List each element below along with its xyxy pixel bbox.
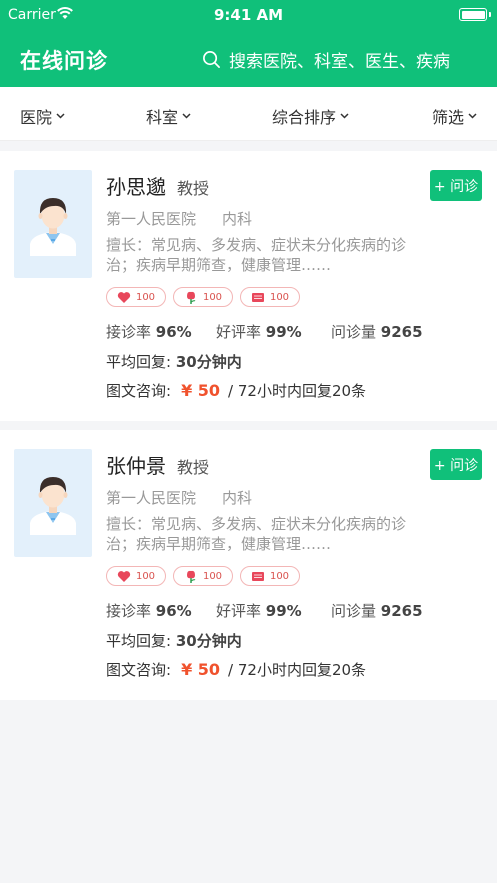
tag-count: 100 — [269, 291, 290, 303]
doctor-specialty: 擅长：常见病、多发病、症状未分化疾病的诊治；疾病早期筛查，健康管理…… — [106, 236, 407, 274]
battery-icon — [459, 8, 491, 21]
average-reply-label: 平均回复: — [106, 632, 172, 650]
tag-count: 100 — [202, 570, 223, 582]
consult-description: / 72小时内回复20条 — [228, 382, 367, 400]
accept-rate-value: 96% — [155, 323, 192, 341]
accept-rate-label: 接诊率 — [106, 602, 152, 620]
accept-rate: 接诊率 96% — [106, 600, 192, 621]
visit-count-value: 9265 — [380, 602, 423, 620]
tag-list: 100 100 100 — [106, 287, 300, 307]
doctor-title: 教授 — [177, 458, 210, 477]
doctor-avatar-icon — [30, 198, 76, 256]
visit-count-label: 问诊量 — [331, 602, 377, 620]
book-icon — [251, 292, 264, 302]
accept-rate-value: 96% — [155, 602, 192, 620]
tag-count: 100 — [269, 570, 290, 582]
department-name: 内科 — [222, 489, 253, 507]
filter-bar: 医院 科室 综合排序 筛选 — [0, 87, 497, 141]
chevron-down-icon — [340, 113, 349, 119]
filter-screen[interactable]: 筛选 — [432, 104, 477, 128]
filter-hospital-label: 医院 — [20, 108, 53, 127]
avatar — [14, 449, 92, 557]
doctor-card[interactable]: 孙思邈 教授 + 问诊 第一人民医院 内科 擅长：常见病、多发病、症状未分化疾病… — [0, 151, 497, 421]
praise-rate-value: 99% — [265, 602, 302, 620]
average-reply-value: 30分钟内 — [175, 353, 242, 371]
tag-heart: 100 — [106, 566, 166, 586]
tag-count: 100 — [135, 570, 156, 582]
search-placeholder: 搜索医院、科室、医生、疾病 — [229, 51, 450, 72]
heart-icon — [117, 291, 131, 303]
consult-description: / 72小时内回复20条 — [228, 661, 367, 679]
flower-icon — [186, 291, 196, 304]
tag-flower: 100 — [173, 566, 233, 586]
search-field[interactable]: 搜索医院、科室、医生、疾病 — [202, 46, 450, 72]
hospital-name: 第一人民医院 — [106, 489, 197, 507]
consult-price: ¥ 50 — [181, 660, 221, 679]
doctor-card[interactable]: 张仲景 教授 + 问诊 第一人民医院 内科 擅长：常见病、多发病、症状未分化疾病… — [0, 430, 497, 700]
search-icon — [203, 50, 220, 68]
text-consult: 图文咨询: ¥ 50 / 72小时内回复20条 — [106, 380, 366, 401]
consult-price: ¥ 50 — [181, 381, 221, 400]
praise-rate-label: 好评率 — [216, 602, 262, 620]
avatar — [14, 170, 92, 278]
filter-hospital[interactable]: 医院 — [20, 104, 65, 128]
text-consult: 图文咨询: ¥ 50 / 72小时内回复20条 — [106, 659, 366, 680]
praise-rate-value: 99% — [265, 323, 302, 341]
page-title: 在线问诊 — [20, 49, 108, 73]
heart-icon — [117, 570, 131, 582]
accept-rate: 接诊率 96% — [106, 321, 192, 342]
praise-rate-label: 好评率 — [216, 323, 262, 341]
flower-icon — [186, 570, 196, 583]
filter-department-label: 科室 — [146, 108, 179, 127]
average-reply: 平均回复: 30分钟内 — [106, 351, 242, 372]
book-icon — [251, 571, 264, 581]
chevron-down-icon — [56, 113, 65, 119]
average-reply: 平均回复: 30分钟内 — [106, 630, 242, 651]
department-name: 内科 — [222, 210, 253, 228]
average-reply-label: 平均回复: — [106, 353, 172, 371]
tag-heart: 100 — [106, 287, 166, 307]
filter-sort-label: 综合排序 — [272, 108, 337, 127]
filter-department[interactable]: 科室 — [146, 104, 191, 128]
filter-sort[interactable]: 综合排序 — [272, 104, 349, 128]
hospital-name: 第一人民医院 — [106, 210, 197, 228]
tag-count: 100 — [135, 291, 156, 303]
praise-rate: 好评率 99% — [216, 600, 302, 621]
tag-count: 100 — [202, 291, 223, 303]
doctor-name: 孙思邈 — [106, 175, 166, 199]
visit-count-value: 9265 — [380, 323, 423, 341]
average-reply-value: 30分钟内 — [175, 632, 242, 650]
consult-button[interactable]: + 问诊 — [430, 449, 482, 480]
doctor-specialty: 擅长：常见病、多发病、症状未分化疾病的诊治；疾病早期筛查，健康管理…… — [106, 515, 407, 553]
clock: 9:41 AM — [213, 6, 284, 24]
visit-count-label: 问诊量 — [331, 323, 377, 341]
nav-bar: 在线问诊 搜索医院、科室、医生、疾病 — [0, 32, 497, 87]
tag-book: 100 — [240, 566, 300, 586]
tag-list: 100 100 100 — [106, 566, 300, 586]
chevron-down-icon — [468, 113, 477, 119]
doctor-name: 张仲景 — [106, 454, 166, 478]
visit-count: 问诊量 9265 — [331, 321, 423, 342]
consult-label: 图文咨询: — [106, 382, 172, 400]
praise-rate: 好评率 99% — [216, 321, 302, 342]
tag-flower: 100 — [173, 287, 233, 307]
filter-screen-label: 筛选 — [432, 108, 465, 127]
accept-rate-label: 接诊率 — [106, 323, 152, 341]
doctor-avatar-icon — [30, 477, 76, 535]
status-bar: Carrier 9:41 AM — [0, 0, 497, 32]
chevron-down-icon — [182, 113, 191, 119]
doctor-title: 教授 — [177, 179, 210, 198]
consult-button[interactable]: + 问诊 — [430, 170, 482, 201]
visit-count: 问诊量 9265 — [331, 600, 423, 621]
consult-label: 图文咨询: — [106, 661, 172, 679]
tag-book: 100 — [240, 287, 300, 307]
